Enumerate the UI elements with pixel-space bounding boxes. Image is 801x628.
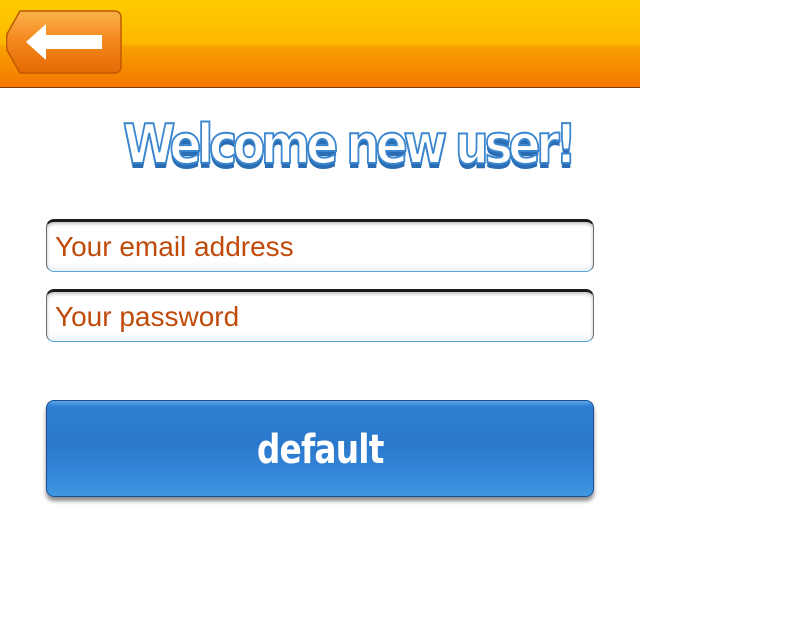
password-field[interactable] — [47, 292, 593, 341]
top-bar — [0, 0, 640, 88]
default-button[interactable]: default — [46, 400, 594, 497]
email-field-wrapper — [46, 219, 594, 272]
welcome-screen: Welcome new user! default — [0, 0, 801, 628]
welcome-title: Welcome new user! — [122, 112, 578, 177]
back-button[interactable] — [6, 10, 122, 74]
arrow-left-icon — [6, 10, 122, 74]
password-field-wrapper — [46, 289, 594, 342]
email-field[interactable] — [47, 222, 593, 271]
default-button-label: default — [256, 426, 384, 473]
